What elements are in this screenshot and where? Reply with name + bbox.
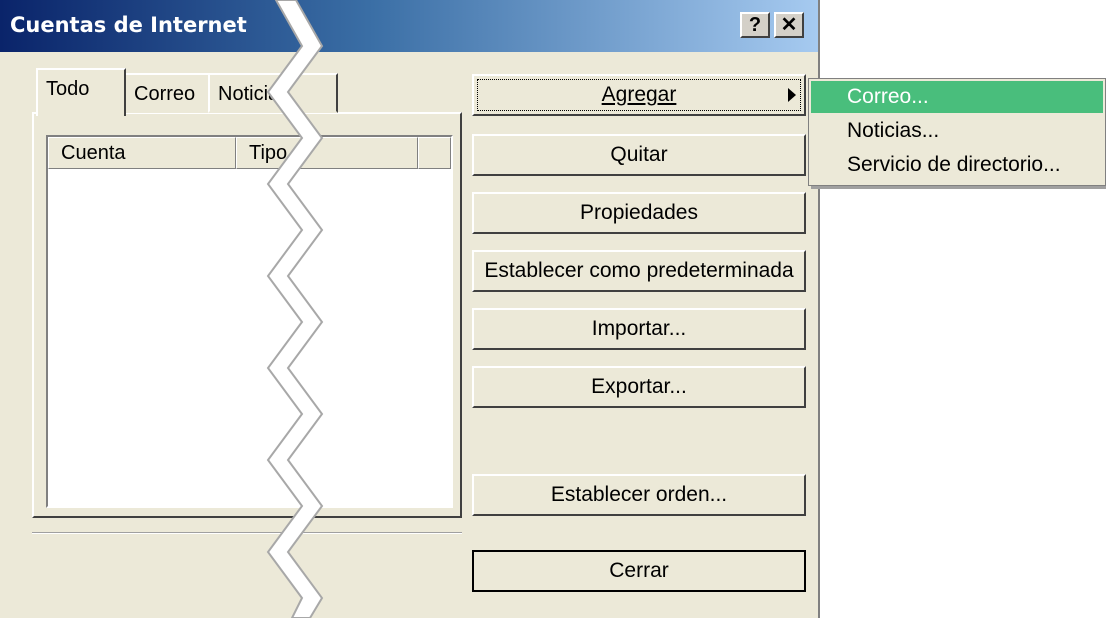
tab-todo[interactable]: Todo — [36, 68, 126, 116]
quitar-button[interactable]: Quitar — [472, 134, 806, 176]
menu-item-correo[interactable]: Correo... — [811, 81, 1103, 113]
importar-button[interactable]: Importar... — [472, 308, 806, 350]
accounts-list[interactable]: Cuenta Tipo — [46, 135, 453, 508]
menu-item-servicio-directorio[interactable]: Servicio de directorio... — [811, 149, 1103, 181]
column-header-tipo-label: Tipo — [249, 142, 288, 164]
cerrar-button[interactable]: Cerrar — [472, 550, 806, 592]
divider — [32, 532, 462, 534]
propiedades-button[interactable]: Propiedades — [472, 192, 806, 234]
agregar-button[interactable]: Agregar — [472, 74, 806, 116]
menu-item-noticias[interactable]: Noticias... — [811, 115, 1103, 147]
title-bar[interactable]: Cuentas de Internet ? ✕ — [0, 0, 818, 52]
close-button[interactable]: ✕ — [774, 12, 804, 38]
column-header-conexion[interactable] — [418, 137, 451, 169]
agregar-submenu: Correo... Noticias... Servicio de direct… — [808, 78, 1106, 186]
tab-noticias[interactable]: Noticias — [208, 73, 338, 113]
help-button[interactable]: ? — [740, 12, 770, 38]
exportar-button[interactable]: Exportar... — [472, 366, 806, 408]
agregar-button-label: Agregar — [601, 83, 677, 106]
set-default-button[interactable]: Establecer como predeterminada — [472, 250, 806, 292]
set-order-button[interactable]: Establecer orden... — [472, 474, 806, 516]
window-title: Cuentas de Internet — [10, 13, 247, 37]
column-header-tipo[interactable]: Tipo — [236, 137, 418, 169]
internet-accounts-dialog: Cuentas de Internet ? ✕ Todo Correo Noti… — [0, 0, 820, 618]
column-header-cuenta[interactable]: Cuenta — [48, 137, 236, 169]
submenu-arrow-icon — [788, 88, 796, 102]
tab-correo[interactable]: Correo — [124, 73, 210, 113]
